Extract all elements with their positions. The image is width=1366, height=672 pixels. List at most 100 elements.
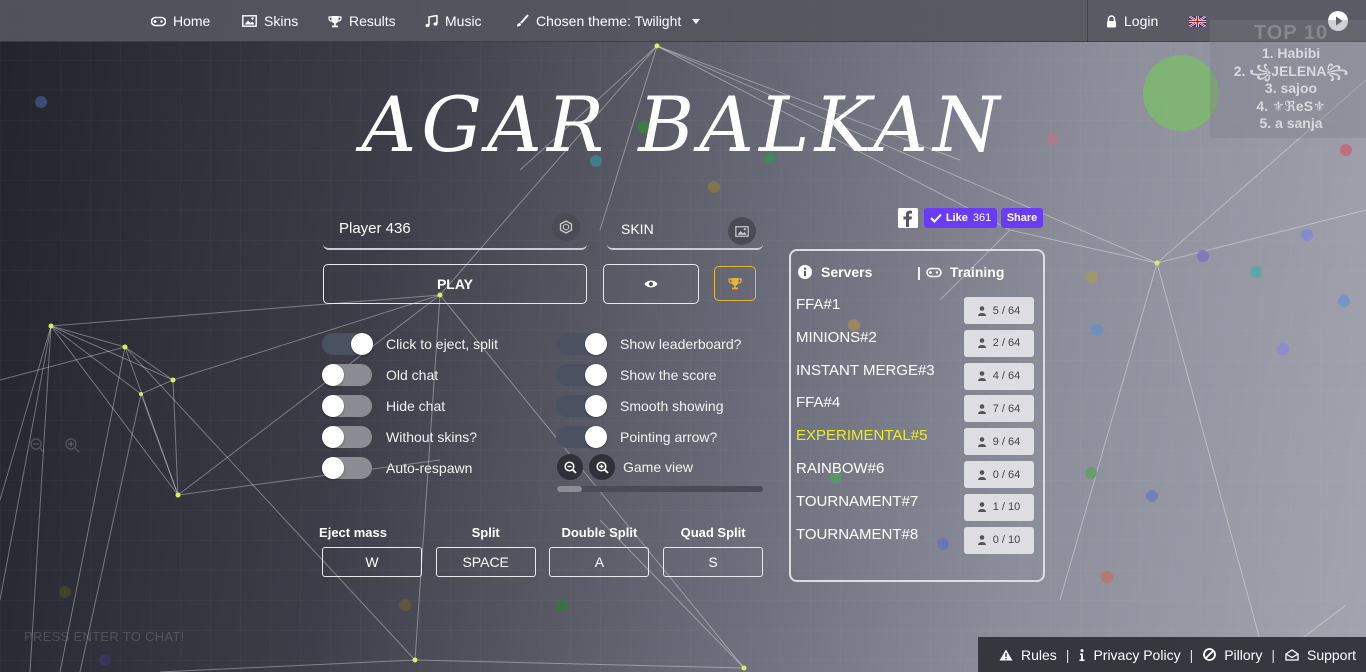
toggle-knob <box>351 333 373 355</box>
footer-bar: Rules | Privacy Policy | Pillory | Suppo… <box>978 637 1366 672</box>
lock-icon <box>1107 14 1116 27</box>
hexagon-icon <box>559 220 573 234</box>
toggle-knob <box>585 395 607 417</box>
server-name[interactable]: FFA#1 <box>796 296 840 313</box>
server-panel: Servers | Training FFA#1 5 / 64 MINIONS#2 2… <box>789 249 1045 582</box>
uk-flag-icon <box>1189 15 1206 27</box>
facebook-icon[interactable] <box>898 208 918 228</box>
footer-pillory[interactable]: Pillory <box>1203 647 1262 663</box>
hotkey-input[interactable]: A <box>549 547 650 577</box>
nickname-value: Player 436 <box>339 220 411 237</box>
toggle-knob <box>322 364 344 386</box>
option-row[interactable]: Click to eject, split <box>322 333 498 355</box>
server-name[interactable]: TOURNAMENT#8 <box>796 526 918 543</box>
footer-separator: | <box>1271 646 1275 663</box>
nav-home[interactable]: Home <box>151 0 210 42</box>
game-title: AGAR BALKAN <box>361 80 1005 169</box>
hotkey-label: Double Split <box>561 525 638 540</box>
server-name[interactable]: FFA#4 <box>796 394 840 411</box>
option-row[interactable]: Without skins? <box>322 426 477 448</box>
zoom-in-button[interactable] <box>589 454 615 480</box>
option-row[interactable]: Smooth showing <box>556 395 724 417</box>
zoom-in-icon <box>595 460 609 474</box>
theme-dropdown[interactable]: Chosen theme: Twilight <box>515 0 701 42</box>
tab-servers[interactable]: Servers <box>798 264 872 280</box>
toggle-switch[interactable] <box>322 457 372 479</box>
tab-training[interactable]: | Training <box>917 264 1004 280</box>
toggle-knob <box>322 457 344 479</box>
zoom-out-button[interactable] <box>557 454 583 480</box>
server-name[interactable]: INSTANT MERGE#3 <box>796 362 935 379</box>
tab-servers-label: Servers <box>821 264 873 280</box>
toggle-switch[interactable] <box>556 364 607 386</box>
option-row[interactable]: Pointing arrow? <box>556 426 717 448</box>
game-view-slider[interactable] <box>557 486 763 492</box>
option-row[interactable]: Show leaderboard? <box>556 333 741 355</box>
server-name[interactable]: RAINBOW#6 <box>796 460 884 477</box>
option-row[interactable]: Old chat <box>322 364 438 386</box>
footer-support[interactable]: Support <box>1285 647 1356 663</box>
option-label: Auto-respawn <box>386 460 473 476</box>
option-row[interactable]: Hide chat <box>322 395 445 417</box>
skin-placeholder: SKIN <box>621 221 654 237</box>
spectate-button[interactable] <box>603 264 699 304</box>
server-count-text: 1 / 10 <box>992 501 1021 514</box>
random-nickname-button[interactable] <box>552 213 580 241</box>
footer-rules[interactable]: Rules <box>999 647 1057 663</box>
warning-icon <box>999 649 1013 660</box>
option-row[interactable]: Auto-respawn <box>322 457 472 479</box>
hotkey-label: Eject mass <box>319 525 387 540</box>
server-name[interactable]: EXPERIMENTAL#5 <box>796 427 927 444</box>
nav-music[interactable]: Music <box>425 0 482 42</box>
envelope-icon <box>1285 648 1299 661</box>
check-icon <box>930 213 942 223</box>
option-row[interactable]: Show the score <box>556 364 717 386</box>
nav-home-label: Home <box>173 13 211 29</box>
like-label: Like <box>945 212 968 224</box>
user-icon <box>977 404 986 414</box>
toggle-switch[interactable] <box>322 333 373 355</box>
leaderboard-title: TOP 10 <box>1253 22 1329 44</box>
server-player-count: 9 / 64 <box>964 428 1034 456</box>
trophy-button[interactable] <box>714 266 756 301</box>
trophy-icon <box>728 278 742 290</box>
server-player-count: 0 / 64 <box>964 461 1034 488</box>
nav-skins[interactable]: Skins <box>242 0 298 42</box>
login-button[interactable]: Login <box>1106 0 1158 42</box>
option-label: Without skins? <box>386 429 478 445</box>
toggle-switch[interactable] <box>322 426 372 448</box>
toggle-switch[interactable] <box>556 395 607 417</box>
user-icon <box>977 305 986 316</box>
server-count-text: 9 / 64 <box>992 435 1021 448</box>
option-label: Show leaderboard? <box>620 336 742 352</box>
footer-rules-label: Rules <box>1021 646 1057 663</box>
footer-privacy-label: Privacy Policy <box>1093 646 1181 663</box>
server-count-text: 0 / 64 <box>992 468 1021 481</box>
hotkey-input[interactable]: SPACE <box>435 547 536 577</box>
hotkey-input[interactable]: W <box>322 547 422 577</box>
toggle-switch[interactable] <box>556 333 607 355</box>
server-name[interactable]: MINIONS#2 <box>796 329 877 346</box>
play-button[interactable]: PLAY <box>323 264 587 304</box>
server-player-count: 0 / 10 <box>964 526 1034 554</box>
skin-picker-button[interactable] <box>728 217 756 245</box>
option-label: Show the score <box>620 367 717 383</box>
footer-support-label: Support <box>1306 646 1357 663</box>
facebook-like-button[interactable]: Like 361 <box>924 208 997 228</box>
toggle-switch[interactable] <box>556 426 607 448</box>
user-icon <box>977 371 986 382</box>
top-navigation: Home Skins Results Music Chosen theme: T… <box>0 0 1366 42</box>
nickname-input[interactable]: Player 436 <box>323 212 587 250</box>
facebook-share-button[interactable]: Share <box>1001 208 1043 228</box>
skin-input[interactable]: SKIN <box>607 214 763 250</box>
game-view-label: Game view <box>623 459 694 475</box>
ban-icon <box>1203 648 1217 661</box>
footer-privacy[interactable]: Privacy Policy <box>1079 646 1181 663</box>
server-name[interactable]: TOURNAMENT#7 <box>796 493 918 510</box>
hotkey-input[interactable]: S <box>663 547 764 577</box>
toggle-switch[interactable] <box>322 395 372 417</box>
user-icon <box>977 535 986 546</box>
nav-results[interactable]: Results <box>328 0 396 42</box>
toggle-switch[interactable] <box>322 364 372 386</box>
server-count-text: 4 / 64 <box>992 370 1021 383</box>
